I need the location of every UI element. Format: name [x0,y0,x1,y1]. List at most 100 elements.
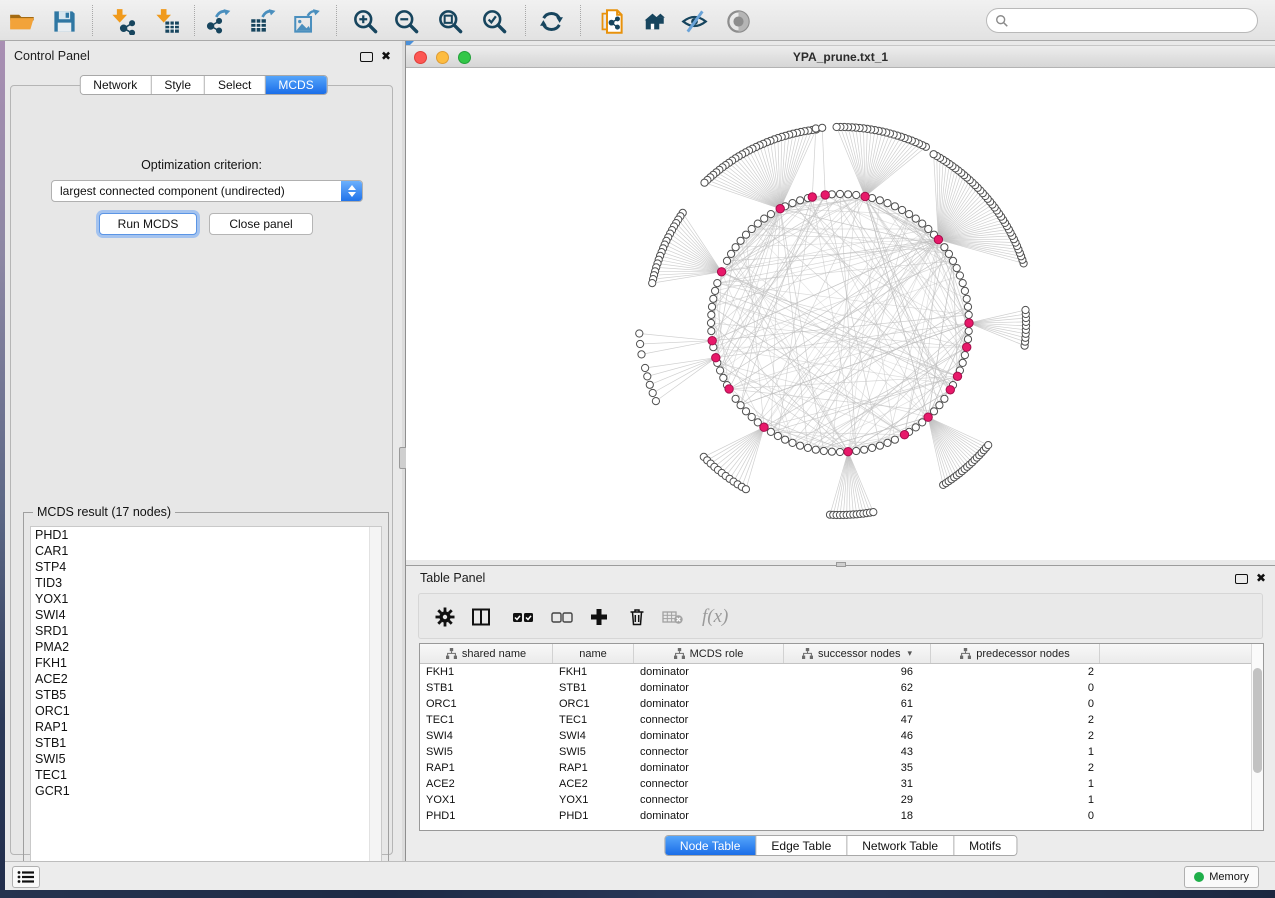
zoom-fit-icon[interactable] [435,6,465,36]
horizontal-splitter-grip[interactable] [836,562,846,567]
float-panel-icon[interactable] [360,52,373,62]
export-table-icon[interactable] [247,6,277,36]
sort-chevron-icon: ▾ [908,648,913,659]
panel-menu-button[interactable] [12,866,40,888]
cell-mcds-role: dominator [634,682,784,694]
toolbar-separator [336,5,337,36]
mcds-result-item[interactable]: SWI5 [31,751,381,767]
minimize-window-icon[interactable] [436,51,449,64]
mcds-result-item[interactable]: SRD1 [31,623,381,639]
table-row[interactable]: FKH1FKH1dominator962 [420,664,1263,680]
table-row[interactable]: PHD1PHD1dominator180 [420,808,1263,824]
column-header-successor-nodes[interactable]: successor nodes▾ [784,644,931,663]
tab-select[interactable]: Select [205,76,265,94]
tab-network-table[interactable]: Network Table [847,836,954,855]
close-panel-icon[interactable]: ✖ [381,49,391,63]
mcds-result-item[interactable]: TEC1 [31,767,381,783]
close-panel-icon[interactable]: ✖ [1256,571,1266,585]
mcds-result-item[interactable]: STB5 [31,687,381,703]
mcds-result-item[interactable]: SWI4 [31,607,381,623]
close-panel-button[interactable]: Close panel [209,213,313,235]
show-graphics-details-icon[interactable] [723,6,753,36]
cell-mcds-role: dominator [634,666,784,678]
table-row[interactable]: SWI5SWI5connector431 [420,744,1263,760]
column-label: MCDS role [690,648,744,660]
deselect-all-icon[interactable] [550,605,574,629]
tab-mcds[interactable]: MCDS [265,76,326,94]
mcds-result-item[interactable]: RAP1 [31,719,381,735]
cell-successor-nodes: 47 [784,714,931,726]
column-header-shared-name[interactable]: shared name [420,644,553,663]
maximize-window-icon[interactable] [458,51,471,64]
close-window-icon[interactable] [414,51,427,64]
refresh-layout-icon[interactable] [536,6,566,36]
mcds-result-item[interactable]: YOX1 [31,591,381,607]
network-window-titlebar[interactable]: YPA_prune.txt_1 [406,46,1275,68]
select-all-icon[interactable] [511,605,535,629]
cell-name: TEC1 [553,714,634,726]
import-network-icon[interactable] [107,6,137,36]
control-panel: Control Panel ✖ Optimization criterion: … [5,41,402,861]
tab-node-table[interactable]: Node Table [665,836,757,855]
table-scrollbar[interactable] [1251,644,1263,830]
table-row[interactable]: STB1STB1dominator620 [420,680,1263,696]
function-builder-icon: f(x) [702,605,728,629]
float-panel-icon[interactable] [1235,574,1248,584]
table-row[interactable]: ORC1ORC1dominator610 [420,696,1263,712]
zoom-out-icon[interactable] [391,6,421,36]
tab-style[interactable]: Style [151,76,205,94]
cell-predecessor-nodes: 1 [931,746,1100,758]
mcds-result-item[interactable]: STP4 [31,559,381,575]
table-row[interactable]: ACE2ACE2connector311 [420,776,1263,792]
cell-shared-name: TEC1 [420,714,553,726]
node-table: shared namename MCDS role successor nodes▾… [419,643,1264,831]
mcds-result-item[interactable]: CAR1 [31,543,381,559]
column-header-predecessor-nodes[interactable]: predecessor nodes [931,644,1100,663]
cell-successor-nodes: 46 [784,730,931,742]
mcds-result-item[interactable]: ACE2 [31,671,381,687]
hide-graphics-details-icon[interactable] [679,6,709,36]
add-column-icon[interactable] [589,605,609,629]
save-session-icon[interactable] [49,6,79,36]
table-settings-gear-icon[interactable] [435,605,455,629]
optimization-criterion-select[interactable]: largest connected component (undirected) [51,180,363,202]
show-columns-icon[interactable] [471,605,491,629]
cell-predecessor-nodes: 2 [931,730,1100,742]
memory-button[interactable]: Memory [1184,866,1259,888]
open-file-icon[interactable] [7,6,37,36]
cell-predecessor-nodes: 0 [931,682,1100,694]
mcds-result-item[interactable]: PHD1 [31,527,381,543]
tab-network[interactable]: Network [80,76,151,94]
home-icon[interactable] [637,6,667,36]
table-row[interactable]: SWI4SWI4dominator462 [420,728,1263,744]
main-toolbar [0,0,1275,41]
toolbar-separator [580,5,581,36]
mcds-result-item[interactable]: STB1 [31,735,381,751]
mcds-result-item[interactable]: GCR1 [31,783,381,799]
table-row[interactable]: TEC1TEC1connector472 [420,712,1263,728]
mcds-result-item[interactable]: PMA2 [31,639,381,655]
mcds-result-item[interactable]: TID3 [31,575,381,591]
run-mcds-button[interactable]: Run MCDS [99,213,197,235]
delete-column-trash-icon[interactable] [627,605,647,629]
mcds-result-item[interactable]: FKH1 [31,655,381,671]
export-network-icon[interactable] [203,6,233,36]
mcds-list-scrollbar[interactable] [369,527,381,874]
mcds-result-item[interactable]: ORC1 [31,703,381,719]
cell-mcds-role: dominator [634,730,784,742]
zoom-selected-icon[interactable] [479,6,509,36]
copy-network-icon[interactable] [596,6,626,36]
import-table-icon[interactable] [151,6,181,36]
table-row[interactable]: RAP1RAP1dominator352 [420,760,1263,776]
search-field[interactable] [986,8,1258,33]
search-input[interactable] [1009,11,1257,31]
column-header-mcds-role[interactable]: MCDS role [634,644,784,663]
tab-motifs[interactable]: Motifs [954,836,1016,855]
table-scrollbar-thumb[interactable] [1253,668,1262,773]
export-image-icon[interactable] [291,6,321,36]
tab-edge-table[interactable]: Edge Table [756,836,847,855]
table-row[interactable]: YOX1YOX1connector291 [420,792,1263,808]
network-canvas[interactable] [406,68,1275,560]
zoom-in-icon[interactable] [350,6,380,36]
column-header-name[interactable]: name [553,644,634,663]
